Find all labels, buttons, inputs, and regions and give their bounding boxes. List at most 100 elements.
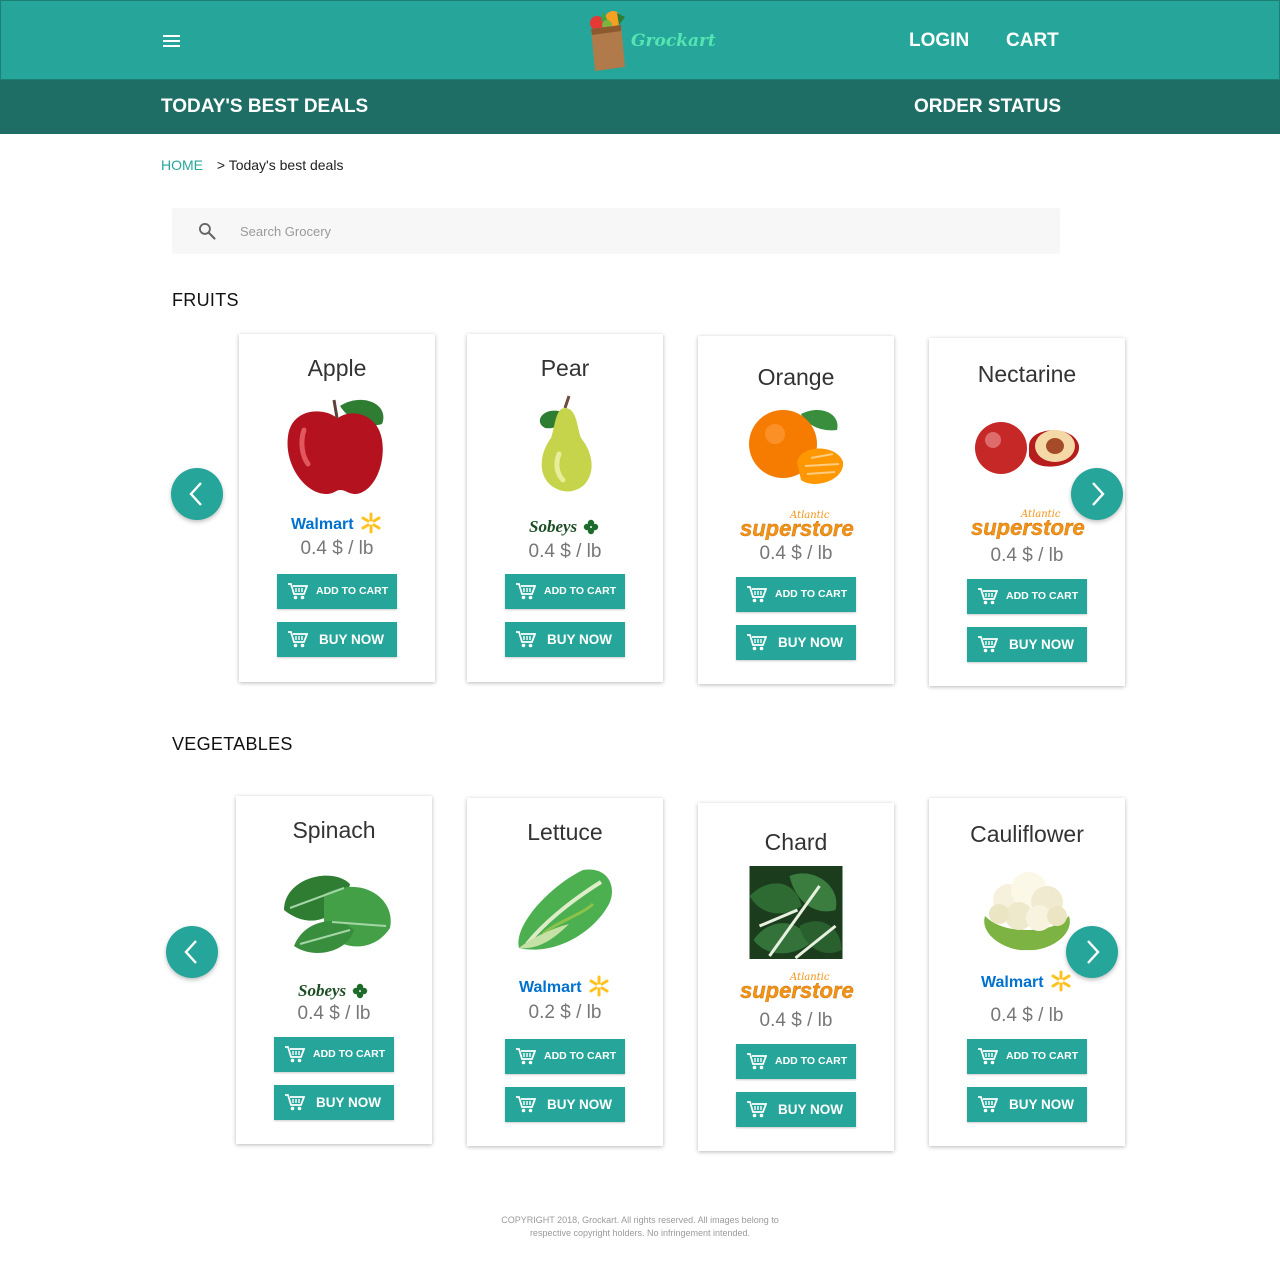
store-logo: Atlantic superstore [969, 507, 1085, 544]
buy-now-label: BUY NOW [316, 1095, 382, 1110]
fruits-next-arrow[interactable] [1071, 468, 1123, 520]
add-to-cart-label: ADD TO CART [544, 1050, 617, 1062]
product-name: Pear [540, 355, 590, 381]
shopping-cart-icon [978, 588, 999, 605]
walmart-logo: Walmart [981, 970, 1071, 992]
add-to-cart-button[interactable]: ADD TO CART [967, 1039, 1087, 1074]
add-to-cart-label: ADD TO CART [544, 585, 617, 597]
login-link[interactable]: LOGIN [909, 30, 969, 52]
add-to-cart-label: ADD TO CART [1006, 590, 1079, 602]
add-to-cart-button[interactable]: ADD TO CART [505, 1039, 625, 1074]
product-image-nectarine [971, 416, 1083, 483]
add-to-cart-button[interactable]: ADD TO CART [736, 577, 856, 612]
superstore-logo-text: superstore [740, 978, 854, 1002]
buy-now-button[interactable]: BUY NOW [277, 622, 397, 657]
logo-text: Grockart [631, 31, 716, 51]
superstore-logo-text: superstore [971, 515, 1085, 539]
product-price: 0.2 $ / lb [528, 1002, 602, 1023]
shopping-cart-icon [978, 1048, 999, 1065]
product-card-apple[interactable]: Apple Walmart 0.4 $ / lb ADD TO CART BUY NOW [239, 334, 435, 682]
product-card-pear[interactable]: Pear Sobeys 0.4 $ / lb ADD TO CART BUY NOW [467, 334, 663, 682]
shopping-cart-icon [978, 1096, 999, 1113]
buy-now-button[interactable]: BUY NOW [967, 627, 1087, 662]
fruits-prev-arrow[interactable] [171, 468, 223, 520]
product-price: 0.4 $ / lb [528, 541, 602, 562]
search-input[interactable] [240, 220, 1020, 242]
sobeys-logo: Sobeys [529, 517, 599, 536]
buy-now-button[interactable]: BUY NOW [505, 622, 625, 657]
shopping-cart-icon [516, 1048, 537, 1065]
sobeys-logo-text: Sobeys [298, 981, 347, 1000]
buy-now-button[interactable]: BUY NOW [967, 1087, 1087, 1122]
store-logo: Walmart [291, 512, 383, 541]
walmart-logo-text: Walmart [291, 516, 354, 533]
vegetables-next-arrow[interactable] [1066, 926, 1118, 978]
atlantic-superstore-logo: Atlanticsuperstore [971, 509, 1085, 540]
product-card-orange[interactable]: Orange Atlantic superstore 0.4 $ / lb ADD TO… [698, 336, 894, 684]
product-price: 0.4 $ / lb [990, 1005, 1064, 1026]
superstore-logo-text: superstore [740, 516, 854, 540]
buy-now-label: BUY NOW [1009, 637, 1075, 652]
buy-now-button[interactable]: BUY NOW [274, 1085, 394, 1120]
atlantic-superstore-logo: Atlanticsuperstore [740, 510, 854, 541]
walmart-logo-text: Walmart [519, 979, 582, 996]
buy-now-button[interactable]: BUY NOW [736, 1092, 856, 1127]
chevron-left-icon [184, 940, 197, 964]
breadcrumb: HOME > Today's best deals [161, 157, 343, 173]
product-name: Chard [764, 829, 828, 855]
chevron-right-icon [1087, 940, 1100, 964]
product-image-pear [525, 394, 605, 499]
vegetables-prev-arrow[interactable] [166, 926, 218, 978]
buy-now-label: BUY NOW [778, 635, 844, 650]
todays-best-deals-link[interactable]: TODAY'S BEST DEALS [161, 96, 368, 118]
product-image-cauliflower [979, 866, 1075, 957]
add-to-cart-button[interactable]: ADD TO CART [967, 579, 1087, 614]
buy-now-button[interactable]: BUY NOW [736, 625, 856, 660]
shopping-cart-icon [978, 636, 999, 653]
breadcrumb-home-link[interactable]: HOME [161, 157, 203, 173]
secondary-nav-bar: TODAY'S BEST DEALS ORDER STATUS [0, 80, 1280, 134]
shopping-cart-icon [516, 631, 537, 648]
buy-now-button[interactable]: BUY NOW [505, 1087, 625, 1122]
store-logo: Sobeys [529, 516, 601, 543]
product-image-orange [741, 404, 851, 499]
grockart-logo[interactable]: Grockart [581, 9, 716, 75]
add-to-cart-label: ADD TO CART [1006, 1050, 1079, 1062]
product-name: Lettuce [527, 819, 603, 845]
order-status-link[interactable]: ORDER STATUS [914, 96, 1061, 118]
buy-now-label: BUY NOW [778, 1102, 844, 1117]
product-name: Cauliflower [970, 821, 1084, 847]
hamburger-menu-icon[interactable] [162, 34, 182, 48]
top-app-bar: Grockart LOGIN CART [0, 0, 1280, 80]
buy-now-label: BUY NOW [319, 632, 385, 647]
product-name: Apple [307, 355, 367, 381]
shopping-cart-icon [747, 1101, 768, 1118]
store-logo: Walmart [981, 970, 1073, 999]
atlantic-superstore-logo: Atlanticsuperstore [740, 972, 854, 1003]
add-to-cart-button[interactable]: ADD TO CART [277, 574, 397, 609]
shopping-cart-icon [516, 1096, 537, 1113]
add-to-cart-button[interactable]: ADD TO CART [736, 1044, 856, 1079]
add-to-cart-button[interactable]: ADD TO CART [274, 1037, 394, 1072]
shopping-cart-icon [288, 631, 309, 648]
add-to-cart-label: ADD TO CART [775, 1055, 848, 1067]
footer-copyright-line2: respective copyright holders. No infring… [529, 1228, 751, 1238]
product-image-chard [749, 866, 843, 964]
product-card-spinach[interactable]: Spinach Sobeys 0.4 $ / lb ADD TO CART BUY NO… [236, 796, 432, 1144]
product-card-lettuce[interactable]: Lettuce Walmart 0.2 $ / lb ADD TO CART BUY N… [467, 798, 663, 1146]
store-logo: Atlantic superstore [738, 508, 854, 545]
add-to-cart-label: ADD TO CART [313, 1048, 386, 1060]
sobeys-logo: Sobeys [298, 981, 368, 1000]
store-logo: Walmart [519, 975, 611, 1004]
walmart-logo: Walmart [519, 975, 609, 997]
product-price: 0.4 $ / lb [990, 545, 1064, 566]
shopping-cart-icon [747, 586, 768, 603]
product-card-chard[interactable]: Chard Atlantic superstore 0.4 $ / lb ADD TO … [698, 803, 894, 1151]
shopping-cart-icon [285, 1046, 306, 1063]
buy-now-label: BUY NOW [547, 632, 613, 647]
store-logo: Atlantic superstore [738, 970, 854, 1007]
cart-link[interactable]: CART [1006, 30, 1059, 52]
shopping-cart-icon [747, 1053, 768, 1070]
add-to-cart-button[interactable]: ADD TO CART [505, 574, 625, 609]
shopping-cart-icon [285, 1094, 306, 1111]
